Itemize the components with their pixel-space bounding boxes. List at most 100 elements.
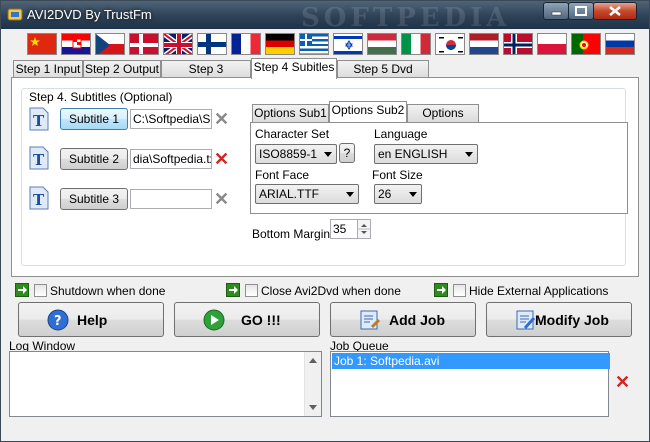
scroll-down-icon xyxy=(309,405,317,410)
flag-korea-icon[interactable] xyxy=(435,33,465,55)
arrow-right-icon xyxy=(226,283,240,297)
flag-hungary-icon[interactable] xyxy=(367,33,397,55)
app-icon xyxy=(7,8,23,21)
flag-israel-icon[interactable] xyxy=(333,33,363,55)
shutdown-checkbox[interactable] xyxy=(34,284,47,297)
go-button[interactable]: GO !!! xyxy=(174,302,320,337)
chevron-down-icon xyxy=(409,192,417,197)
close-icon xyxy=(609,6,621,16)
maximize-button[interactable] xyxy=(568,2,594,20)
chevron-down-icon xyxy=(465,152,473,157)
go-button-label: GO !!! xyxy=(241,312,281,328)
font-face-label: Font Face xyxy=(255,168,310,182)
tab-step-1-input[interactable]: Step 1 Input xyxy=(13,60,83,78)
subtitle-2-remove-icon[interactable]: ✕ xyxy=(214,150,229,168)
language-select[interactable]: en ENGLISH xyxy=(374,144,478,164)
subtitle-1-path-input[interactable]: C:\Softpedia\Sc xyxy=(130,109,212,129)
bottom-margin-label: Bottom Margin xyxy=(252,227,331,241)
remove-job-icon[interactable]: ✕ xyxy=(615,373,630,391)
minimize-icon xyxy=(551,11,562,16)
bottom-margin-stepper[interactable] xyxy=(357,219,371,239)
character-set-value: ISO8859-1 xyxy=(259,147,318,161)
help-button[interactable]: ? Help xyxy=(18,302,164,337)
modify-job-button[interactable]: Modify Job xyxy=(486,302,632,337)
font-size-value: 26 xyxy=(378,187,392,201)
close-app-label: Close Avi2Dvd when done xyxy=(261,284,401,298)
job-queue-item[interactable]: Job 1: Softpedia.avi xyxy=(332,353,610,369)
subtitle-file-icon: T xyxy=(29,107,49,131)
minimize-button[interactable] xyxy=(543,2,569,20)
tab-step-4-subtitles[interactable]: Step 4 Subitles xyxy=(251,58,337,79)
tab-step-5-dvd-menu[interactable]: Step 5 Dvd Menu xyxy=(337,60,429,92)
subtitle-2-button[interactable]: Subtitle 2 xyxy=(60,148,128,170)
tab-options-sub1[interactable]: Options Sub1 xyxy=(252,104,329,122)
watermark: SOFTPEDIA xyxy=(301,3,511,33)
arrow-right-icon xyxy=(15,283,29,297)
svg-text:T: T xyxy=(33,191,45,209)
subtitles-group-label: Step 4. Subtitles (Optional) xyxy=(27,90,175,104)
flag-france-icon[interactable] xyxy=(231,33,261,55)
add-job-button-label: Add Job xyxy=(389,312,445,328)
job-queue-list[interactable]: Job 1: Softpedia.avi xyxy=(330,351,610,417)
flag-croatia-icon[interactable] xyxy=(61,33,91,55)
add-job-icon xyxy=(360,310,381,330)
subtitle-file-icon: T xyxy=(29,146,49,170)
scroll-up-icon xyxy=(309,358,317,363)
tab-step-2-output[interactable]: Step 2 Output xyxy=(83,60,161,78)
options-sub2-panel: Character Set ISO8859-1 ? Language en EN… xyxy=(250,122,628,214)
flag-italy-icon[interactable] xyxy=(401,33,431,55)
log-window[interactable] xyxy=(9,351,322,417)
flag-denmark-icon[interactable] xyxy=(129,33,159,55)
svg-text:T: T xyxy=(33,151,45,169)
hide-external-label: Hide External Applications xyxy=(469,284,609,298)
character-set-help-button[interactable]: ? xyxy=(339,143,355,163)
subtitle-1-remove-icon[interactable]: ✕ xyxy=(214,110,229,128)
flag-netherlands-icon[interactable] xyxy=(469,33,499,55)
title-bar[interactable]: AVI2DVD By TrustFm SOFTPEDIA xyxy=(1,1,649,33)
font-size-label: Font Size xyxy=(372,168,423,182)
subtitle-3-path-input[interactable] xyxy=(130,189,212,209)
tab-step-3-encoders[interactable]: Step 3 Encoders xyxy=(161,60,251,92)
subtitle-file-icon: T xyxy=(29,186,49,210)
chevron-down-icon xyxy=(346,192,354,197)
close-app-checkbox[interactable] xyxy=(245,284,258,297)
bottom-margin-input[interactable]: 35 xyxy=(330,219,358,239)
flag-portugal-icon[interactable] xyxy=(571,33,601,55)
font-size-select[interactable]: 26 xyxy=(374,184,422,204)
subtitle-3-remove-icon[interactable]: ✕ xyxy=(214,190,229,208)
flag-russia-icon[interactable] xyxy=(605,33,635,55)
subtitles-panel: Step 4. Subtitles (Optional) T Subtitle … xyxy=(11,77,639,277)
language-value: en ENGLISH xyxy=(378,147,448,161)
svg-text:T: T xyxy=(33,112,45,130)
subtitle-3-button[interactable]: Subtitle 3 xyxy=(60,188,128,210)
help-icon: ? xyxy=(47,309,69,331)
app-window: AVI2DVD By TrustFm SOFTPEDIA Step 1 Inpu… xyxy=(0,0,650,442)
modify-job-icon xyxy=(516,310,536,330)
log-scrollbar[interactable] xyxy=(304,352,321,416)
window-title: AVI2DVD By TrustFm xyxy=(27,7,152,22)
flag-czech-icon[interactable] xyxy=(95,33,125,55)
arrow-right-icon xyxy=(434,283,448,297)
character-set-label: Character Set xyxy=(255,127,330,141)
subtitle-2-path-input[interactable]: dia\Softpedia.txt xyxy=(130,149,212,169)
hide-external-checkbox[interactable] xyxy=(453,284,466,297)
tab-options-sub3[interactable]: Options Sub3 xyxy=(407,104,479,136)
stepper-arrows-icon xyxy=(358,224,370,234)
flag-uk-icon[interactable] xyxy=(163,33,193,55)
flag-china-icon[interactable] xyxy=(27,33,57,55)
flag-poland-icon[interactable] xyxy=(537,33,567,55)
character-set-select[interactable]: ISO8859-1 xyxy=(255,144,337,164)
flag-finland-icon[interactable] xyxy=(197,33,227,55)
chevron-down-icon xyxy=(324,152,332,157)
modify-job-button-label: Modify Job xyxy=(535,312,609,328)
font-face-select[interactable]: ARIAL.TTF xyxy=(255,184,359,204)
flag-norway-icon[interactable] xyxy=(503,33,533,55)
maximize-icon xyxy=(575,6,587,16)
close-button[interactable] xyxy=(593,2,637,20)
language-label: Language xyxy=(374,127,428,141)
add-job-button[interactable]: Add Job xyxy=(330,302,476,337)
tab-options-sub2[interactable]: Options Sub2 xyxy=(329,101,407,122)
subtitle-1-button[interactable]: Subtitle 1 xyxy=(60,108,128,130)
flag-greece-icon[interactable] xyxy=(299,33,329,55)
flag-germany-icon[interactable] xyxy=(265,33,295,55)
